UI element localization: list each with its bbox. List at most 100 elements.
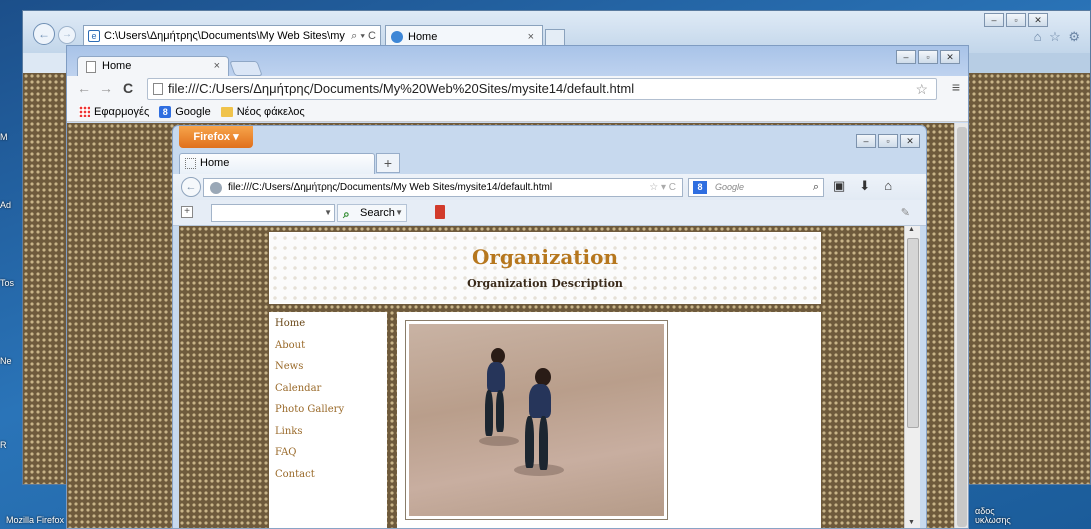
- child-body: [487, 362, 505, 392]
- photo-shadow: [479, 436, 519, 446]
- back-arrow-icon[interactable]: ←: [181, 177, 201, 197]
- close-icon[interactable]: ✕: [900, 134, 920, 148]
- close-icon[interactable]: ×: [214, 57, 220, 76]
- nav-link-faq[interactable]: FAQ: [275, 447, 387, 469]
- firefox-scrollbar[interactable]: ▲ ▼: [904, 226, 920, 528]
- child-leg: [525, 416, 534, 468]
- child-leg: [539, 416, 548, 470]
- chevron-down-icon[interactable]: ▼: [395, 205, 403, 221]
- google-icon[interactable]: 8: [693, 181, 707, 194]
- firefox-window: Firefox ▾ – ▫ ✕ Home + ← file:///C:/User…: [172, 125, 927, 529]
- nav-link-about[interactable]: About: [275, 340, 387, 362]
- bookmark-folder[interactable]: Νέος φάκελος: [220, 102, 305, 122]
- firefox-nav-icons: ▣ ⬇ ⌂: [833, 178, 892, 194]
- firefox-window-controls: – ▫ ✕: [856, 134, 920, 148]
- chrome-window-controls: – ▫ ✕: [896, 50, 960, 64]
- forward-arrow-icon[interactable]: →: [58, 26, 76, 44]
- firefox-url-bar[interactable]: file:///C:/Users/Δημήτρης/Documents/My W…: [203, 178, 683, 197]
- addon-search-button[interactable]: ⌕ Search ▼: [337, 204, 407, 222]
- firefox-page-content: Organization Organization Description Ho…: [179, 226, 920, 528]
- page-icon: [153, 83, 163, 95]
- minimize-icon[interactable]: –: [856, 134, 876, 148]
- child-body: [529, 384, 551, 418]
- nav-link-home[interactable]: Home: [275, 318, 387, 340]
- firefox-tab-label: Home: [200, 157, 230, 169]
- maximize-icon[interactable]: ▫: [878, 134, 898, 148]
- firefox-new-tab-button[interactable]: +: [376, 153, 400, 173]
- firefox-menu-button[interactable]: Firefox ▾: [179, 126, 253, 148]
- bookmarks-icon[interactable]: ▣: [833, 178, 845, 194]
- menu-icon[interactable]: ≡: [952, 79, 960, 95]
- nav-link-links[interactable]: Links: [275, 426, 387, 448]
- chrome-new-tab-button[interactable]: [229, 61, 263, 76]
- firefox-url-text: file:///C:/Users/Δημήτρης/Documents/My W…: [228, 182, 553, 193]
- firefox-addon-bar: + ▼ ⌕ Search ▼ ✎: [173, 200, 926, 226]
- ie-address-text: C:\Users\Δημήτρης\Documents\My Web Sites…: [104, 30, 345, 42]
- bookmark-label: Google: [175, 105, 211, 118]
- close-icon[interactable]: ✕: [1028, 13, 1048, 27]
- scrollbar-thumb[interactable]: [907, 238, 919, 428]
- ie-toolbar-icons[interactable]: ⌂ ☆ ⚙: [1034, 29, 1082, 45]
- search-placeholder: Google: [715, 182, 745, 192]
- chrome-omnibox[interactable]: file:///C:/Users/Δημήτρης/Documents/My%2…: [147, 78, 937, 100]
- desktop-icon-firefox[interactable]: Mozilla Firefox: [6, 515, 64, 525]
- site-description: Organization Description: [467, 277, 623, 290]
- site-main-content: [397, 312, 821, 528]
- star-icon[interactable]: ☆: [915, 79, 928, 99]
- forward-arrow-icon[interactable]: →: [99, 80, 113, 96]
- chrome-toolbar: ← → C file:///C:/Users/Δημήτρης/Document…: [67, 76, 968, 102]
- apps-icon: [79, 106, 90, 117]
- reload-icon[interactable]: C: [123, 80, 133, 96]
- google-icon: 8: [159, 105, 172, 118]
- scroll-up-icon[interactable]: ▲: [908, 226, 915, 233]
- ie-address-bar[interactable]: e C:\Users\Δημήτρης\Documents\My Web Sit…: [83, 25, 381, 47]
- add-icon[interactable]: +: [181, 206, 193, 218]
- minimize-icon[interactable]: –: [896, 50, 916, 64]
- scrollbar-thumb[interactable]: [957, 127, 967, 527]
- ie-address-controls[interactable]: ⌕ ▾ C: [351, 26, 376, 46]
- bookmark-apps[interactable]: Εφαρμογές: [79, 102, 149, 122]
- scroll-down-icon[interactable]: ▼: [908, 519, 915, 526]
- search-button-label: Search: [360, 207, 395, 219]
- chrome-scrollbar[interactable]: [954, 123, 968, 528]
- site-title: Organization: [471, 245, 619, 269]
- addon-search-input[interactable]: ▼: [211, 204, 335, 222]
- chrome-url-text: file:///C:/Users/Δημήτρης/Documents/My%2…: [168, 81, 635, 96]
- ie-tab-label: Home: [408, 31, 438, 43]
- trash-icon[interactable]: [435, 205, 445, 219]
- firefox-url-controls[interactable]: ☆ ▾ C: [649, 179, 676, 196]
- chrome-tab-home[interactable]: Home ×: [77, 56, 229, 77]
- desktop-icon-recycle-bin[interactable]: αδος υκλωσης: [975, 507, 1011, 525]
- nav-link-news[interactable]: News: [275, 361, 387, 383]
- globe-icon: [210, 182, 222, 194]
- close-icon[interactable]: ✕: [940, 50, 960, 64]
- site-navigation: Home About News Calendar Photo Gallery L…: [269, 312, 387, 528]
- download-icon[interactable]: ⬇: [859, 178, 870, 194]
- page-icon: [86, 61, 96, 73]
- firefox-search-box[interactable]: 8 Google ⌕: [688, 178, 824, 197]
- back-arrow-icon[interactable]: ←: [33, 23, 55, 45]
- firefox-navbar: ← file:///C:/Users/Δημήτρης/Documents/My…: [173, 174, 926, 200]
- home-icon[interactable]: ⌂: [884, 178, 892, 194]
- ie-page-icon: [391, 31, 403, 43]
- bookmark-label: Εφαρμογές: [94, 105, 150, 118]
- minimize-icon[interactable]: –: [984, 13, 1004, 27]
- maximize-icon[interactable]: ▫: [1006, 13, 1026, 27]
- search-icon[interactable]: ⌕: [813, 179, 819, 196]
- page-icon: e: [88, 30, 100, 42]
- back-arrow-icon[interactable]: ←: [77, 80, 91, 96]
- bookmark-google[interactable]: 8 Google: [159, 102, 211, 122]
- nav-link-calendar[interactable]: Calendar: [275, 383, 387, 405]
- nav-link-photo-gallery[interactable]: Photo Gallery: [275, 404, 387, 426]
- page-icon: [185, 158, 196, 169]
- ie-window-controls: – ▫ ✕: [984, 13, 1048, 27]
- bookmark-label: Νέος φάκελος: [236, 105, 305, 118]
- chevron-down-icon[interactable]: ▼: [324, 205, 332, 221]
- firefox-tab-home[interactable]: Home: [179, 153, 375, 174]
- child-leg: [496, 390, 504, 432]
- children-photo: [409, 324, 664, 516]
- chrome-bookmarks-bar: Εφαρμογές 8 Google Νέος φάκελος: [67, 102, 968, 122]
- maximize-icon[interactable]: ▫: [918, 50, 938, 64]
- wrench-icon[interactable]: ✎: [901, 206, 910, 219]
- nav-link-contact[interactable]: Contact: [275, 469, 387, 491]
